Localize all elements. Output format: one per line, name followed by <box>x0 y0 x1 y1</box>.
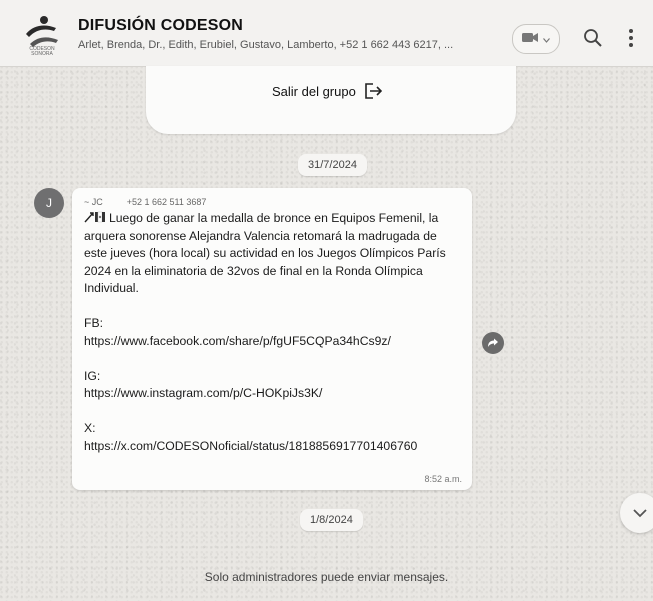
exit-group-label: Salir del grupo <box>272 83 356 99</box>
menu-button[interactable] <box>628 28 634 48</box>
chat-header[interactable]: CODESON SONORA DIFUSIÓN CODESON Arlet, B… <box>0 0 653 67</box>
sender-name[interactable]: ~ JC <box>84 197 103 207</box>
chevron-down-icon <box>633 509 647 518</box>
message-body: Luego de ganar la medalla de bronce en E… <box>84 211 446 295</box>
search-icon <box>584 29 602 47</box>
chevron-down-icon <box>543 30 550 48</box>
message-text: Luego de ganar la medalla de bronce en E… <box>84 210 460 455</box>
ig-label: IG: <box>84 368 101 383</box>
video-call-button[interactable] <box>512 24 560 54</box>
fb-label: FB: <box>84 316 103 330</box>
group-info-card: Salir del grupo <box>146 66 516 134</box>
ig-link[interactable]: https://www.instagram.com/p/C-HOKpiJs3K/ <box>84 385 460 403</box>
date-separator: 31/7/2024 <box>298 154 367 176</box>
forward-button[interactable] <box>482 332 504 354</box>
message-sender: ~ JC +52 1 662 511 3687 <box>84 197 460 207</box>
admin-only-notice: Solo administradores puede enviar mensaj… <box>204 570 449 584</box>
exit-group-button[interactable]: Salir del grupo <box>272 83 382 99</box>
video-call-icon <box>522 30 538 48</box>
logo-text: CODESON SONORA <box>29 46 55 57</box>
menu-icon <box>629 29 633 47</box>
archery-flag-icon <box>84 211 105 223</box>
avatar-initial: J <box>46 196 52 210</box>
x-link[interactable]: https://x.com/CODESONoficial/status/1818… <box>84 438 460 456</box>
fb-link[interactable]: https://www.facebook.com/share/p/fgUF5CQ… <box>84 333 460 351</box>
avatar[interactable]: J <box>34 188 64 218</box>
message-bubble[interactable]: ~ JC +52 1 662 511 3687 Luego de ganar l… <box>72 188 472 490</box>
sender-phone[interactable]: +52 1 662 511 3687 <box>127 197 207 207</box>
search-button[interactable] <box>582 27 604 49</box>
forward-icon <box>488 338 498 347</box>
message-time: 8:52 a.m. <box>424 474 462 484</box>
x-label: X: <box>84 421 96 435</box>
member-list[interactable]: Arlet, Brenda, Dr., Edith, Erubiel, Gust… <box>78 39 490 51</box>
scroll-down-button[interactable] <box>620 493 653 533</box>
exit-icon <box>365 83 382 99</box>
date-separator: 1/8/2024 <box>300 509 363 531</box>
chat-title[interactable]: DIFUSIÓN CODESON <box>78 17 243 35</box>
